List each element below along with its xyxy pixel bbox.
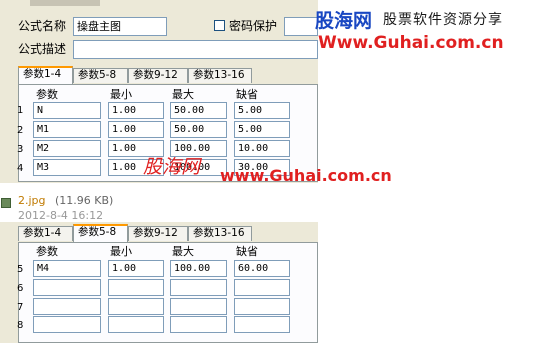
param-max-field[interactable]: 100.00 (170, 260, 227, 277)
row-number: 7 (17, 302, 24, 313)
row-number: 4 (17, 163, 24, 174)
param-name-field[interactable]: M4 (33, 260, 101, 277)
param-min-field[interactable] (108, 279, 164, 296)
param-max-field[interactable] (170, 279, 227, 296)
col-header-max: 最大 (172, 245, 194, 258)
param-name-field[interactable]: M3 (33, 159, 101, 176)
formula-name-field[interactable]: 操盘主图 (73, 17, 167, 36)
watermark-url: www.Guhai.com.cn (220, 166, 392, 185)
param-max-field[interactable] (170, 316, 227, 333)
formula-desc-field[interactable] (73, 40, 318, 59)
param-max-field[interactable]: 50.00 (170, 121, 227, 138)
attachment-date: 2012-8-4 16:12 (18, 209, 104, 222)
tab-params-1-4[interactable]: 参数1-4 (18, 66, 73, 84)
param-max-field[interactable]: 50.00 (170, 102, 227, 119)
param-name-field[interactable]: M1 (33, 121, 101, 138)
watermark-site-name: 股海网 (143, 156, 201, 178)
col-header-param: 参数 (36, 88, 58, 101)
row-number: 1 (17, 105, 24, 116)
param-tabs-2: 参数1-4 参数5-8 参数9-12 参数13-16 (18, 224, 318, 242)
site-logo-url: Www.Guhai.com.cn (318, 33, 504, 53)
param-name-field[interactable] (33, 279, 101, 296)
row-number: 3 (17, 144, 24, 155)
row-number: 8 (17, 320, 24, 331)
tab-params-13-16[interactable]: 参数13-16 (188, 68, 252, 83)
tab-params-9-12[interactable]: 参数9-12 (128, 226, 188, 241)
param-tabs: 参数1-4 参数5-8 参数9-12 参数13-16 (18, 66, 318, 84)
param-min-field[interactable]: 1.00 (108, 260, 164, 277)
tab-params-13-16[interactable]: 参数13-16 (188, 226, 252, 241)
formula-desc-label: 公式描述 (18, 42, 67, 56)
param-name-field[interactable]: N (33, 102, 101, 119)
row-number: 6 (17, 283, 24, 294)
param-min-field[interactable] (108, 298, 164, 315)
col-header-param: 参数 (36, 245, 58, 258)
attachment-size: (11.96 KB) (55, 194, 114, 207)
password-checkbox[interactable] (214, 20, 225, 31)
param-default-field[interactable] (234, 279, 290, 296)
param-default-field[interactable]: 5.00 (234, 102, 290, 119)
tab-params-1-4[interactable]: 参数1-4 (18, 226, 73, 241)
param-min-field[interactable] (108, 316, 164, 333)
col-header-max: 最大 (172, 88, 194, 101)
col-header-min: 最小 (110, 245, 132, 258)
param-name-field[interactable] (33, 298, 101, 315)
row-number: 2 (17, 125, 24, 136)
image-file-icon (1, 198, 11, 208)
param-default-field[interactable]: 5.00 (234, 121, 290, 138)
param-default-field[interactable] (234, 298, 290, 315)
site-logo-title: 股海网 (315, 10, 373, 32)
col-header-default: 缺省 (236, 88, 258, 101)
tab-params-5-8[interactable]: 参数5-8 (73, 224, 128, 242)
formula-name-label: 公式名称 (18, 19, 67, 33)
row-number: 5 (17, 264, 24, 275)
tab-params-9-12[interactable]: 参数9-12 (128, 68, 188, 83)
param-default-field[interactable]: 60.00 (234, 260, 290, 277)
col-header-min: 最小 (110, 88, 132, 101)
password-field[interactable] (284, 17, 318, 36)
param-default-field[interactable] (234, 316, 290, 333)
title-bar-fragment (30, 0, 100, 6)
password-label: 密码保护 (229, 19, 278, 33)
tab-params-5-8[interactable]: 参数5-8 (73, 68, 128, 83)
attachment-link[interactable]: 2.jpg (18, 194, 46, 207)
param-max-field[interactable] (170, 298, 227, 315)
param-default-field[interactable]: 10.00 (234, 140, 290, 157)
param-min-field[interactable]: 1.00 (108, 121, 164, 138)
param-min-field[interactable]: 1.00 (108, 102, 164, 119)
site-logo-slogan: 股票软件资源分享 (383, 12, 503, 28)
param-name-field[interactable] (33, 316, 101, 333)
col-header-default: 缺省 (236, 245, 258, 258)
param-name-field[interactable]: M2 (33, 140, 101, 157)
